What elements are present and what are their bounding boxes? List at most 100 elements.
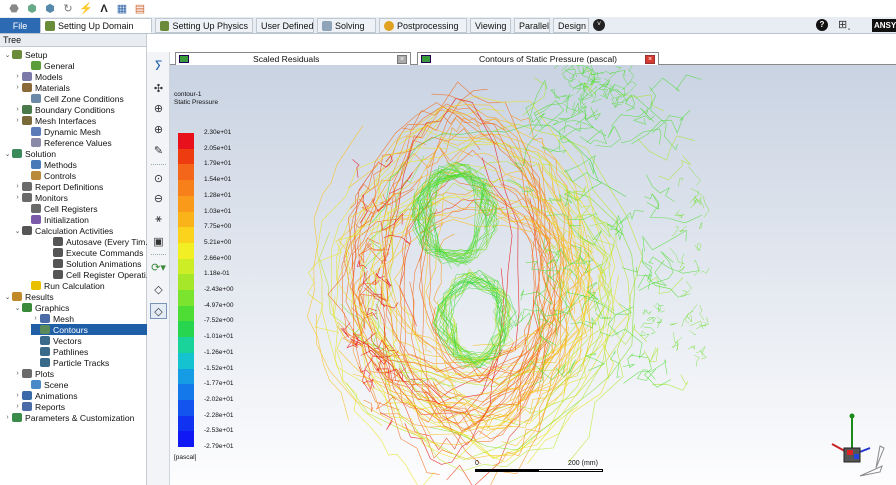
tree-item-materials[interactable]: › Materials [13, 82, 70, 93]
tree-item-report-definitions[interactable]: › Report Definitions [13, 181, 103, 192]
read-data-icon[interactable]: ⬢ [24, 2, 40, 16]
tree-item-dynamic-mesh[interactable]: Dynamic Mesh [22, 126, 101, 137]
mesh-line [628, 65, 633, 72]
tree-item-label: Execute Commands [66, 247, 144, 258]
tree-item-methods[interactable]: Methods [22, 159, 77, 170]
tree-item-cell-registers[interactable]: Cell Registers [22, 203, 98, 214]
tab-viewing[interactable]: Viewing [470, 18, 511, 33]
tree-item-particle-tracks[interactable]: Particle Tracks [31, 357, 109, 368]
collapse-chevron-icon[interactable]: › [31, 326, 40, 333]
tree-item-setup[interactable]: ⌄ Setup [3, 49, 48, 60]
tab-label: Setting Up Physics [172, 20, 248, 31]
tree-item-models[interactable]: › Models [13, 71, 62, 82]
expand-chevron-icon[interactable]: ⌄ [3, 293, 12, 301]
tab-setting-up-physics[interactable]: Setting Up Physics [155, 18, 253, 33]
expand-chevron-icon[interactable]: ⌄ [3, 51, 12, 59]
collapse-chevron-icon[interactable]: › [13, 194, 22, 201]
tab-label: Design [558, 20, 587, 31]
collapse-chevron-icon[interactable]: › [13, 183, 22, 190]
mesh-grid-icon[interactable]: ▦ [114, 2, 130, 16]
tab-setting-up-domain[interactable]: Setting Up Domain [40, 18, 152, 33]
tree-item-mesh[interactable]: › Mesh [31, 313, 74, 324]
rotate-icon[interactable]: ⵢ [150, 58, 167, 74]
tab-postprocessing[interactable]: Postprocessing [379, 18, 467, 33]
tree-item-animations[interactable]: › Animations [13, 390, 77, 401]
collapse-chevron-icon[interactable]: › [13, 106, 22, 113]
collapse-chevron-icon[interactable]: › [13, 370, 22, 377]
mesh-line [645, 334, 650, 339]
collapse-chevron-icon[interactable]: › [13, 392, 22, 399]
tree-item-reports[interactable]: › Reports [13, 401, 65, 412]
read-case-icon[interactable]: ⬣ [6, 2, 22, 16]
tree-node-icon [22, 83, 32, 92]
tree-item-autosave-every-tim[interactable]: Autosave (Every Tim... [44, 236, 152, 247]
tree-item-cell-register-operati[interactable]: Cell Register Operati... [44, 269, 153, 280]
probe-icon[interactable]: ✎ [150, 142, 167, 158]
tree-node-icon [22, 391, 32, 400]
tree-item-reference-values[interactable]: Reference Values [22, 137, 112, 148]
mesh-line [338, 334, 568, 408]
tab-file[interactable]: File [0, 18, 40, 33]
tree-item-contours[interactable]: › Contours [31, 324, 147, 335]
collapse-chevron-icon[interactable]: › [13, 73, 22, 80]
ribbon-tabs: File Setting Up Domain Setting Up Physic… [0, 17, 896, 34]
tree-item-initialization[interactable]: Initialization [22, 214, 89, 225]
tab-user-defined[interactable]: User Defined [256, 18, 314, 33]
compute-icon[interactable]: ▤ [132, 2, 148, 16]
fit-axes-icon[interactable]: ⚹ [150, 211, 167, 227]
tab-scaled-residuals[interactable]: Scaled Residuals × [175, 52, 411, 65]
tree-item-pathlines[interactable]: Pathlines [31, 346, 88, 357]
perspective-icon[interactable]: ◇ [150, 303, 167, 319]
close-tab-icon[interactable]: × [397, 54, 407, 64]
tree-item-controls[interactable]: Controls [22, 170, 76, 181]
zoom-out-icon[interactable]: ⊖ [150, 190, 167, 206]
mesh-line [307, 124, 364, 421]
layout-icon[interactable]: ⊞˯ [838, 18, 851, 31]
expand-chevron-icon[interactable]: ⌄ [13, 304, 22, 312]
write-case-icon[interactable]: ⬢ [42, 2, 58, 16]
tree-item-parameters-customization[interactable]: › Parameters & Customization [3, 412, 134, 423]
help-icon[interactable]: ? [816, 19, 828, 31]
tab-parallel[interactable]: Parallel [514, 18, 550, 33]
collapse-chevron-icon[interactable]: › [3, 414, 12, 421]
mesh-line [613, 84, 626, 96]
ansys-logo-icon[interactable]: Λ [96, 2, 112, 16]
tree-item-run-calculation[interactable]: Run Calculation [22, 280, 105, 291]
tree-item-scene[interactable]: Scene [22, 379, 68, 390]
expand-chevron-icon[interactable]: ⌄ [3, 150, 12, 158]
collapse-chevron-icon[interactable]: › [13, 403, 22, 410]
collapse-chevron-icon[interactable]: › [13, 117, 22, 124]
collapse-chevron-icon[interactable]: › [13, 84, 22, 91]
pan-icon[interactable]: ✣ [150, 80, 167, 96]
tree-item-mesh-interfaces[interactable]: › Mesh Interfaces [13, 115, 96, 126]
ribbon-dropdown-icon[interactable]: ˅ [593, 19, 605, 31]
close-tab-icon[interactable]: × [645, 54, 655, 64]
expand-chevron-icon[interactable]: ⌄ [13, 227, 22, 235]
tree-item-calculation-activities[interactable]: ⌄ Calculation Activities [13, 225, 114, 236]
tab-design[interactable]: Design [553, 18, 589, 33]
tree-item-cell-zone-conditions[interactable]: Cell Zone Conditions [22, 93, 124, 104]
tree-item-general[interactable]: General [22, 60, 75, 71]
tree-item-graphics[interactable]: ⌄ Graphics [13, 302, 70, 313]
tab-contours-static-pressure[interactable]: Contours of Static Pressure (pascal) × [417, 52, 659, 65]
tab-solving[interactable]: Solving [317, 18, 376, 33]
lightning-icon[interactable]: ⚡ [78, 2, 94, 16]
tree-item-plots[interactable]: › Plots [13, 368, 54, 379]
tree-item-vectors[interactable]: Vectors [31, 335, 82, 346]
graphics-viewport[interactable]: contour-1 Static Pressure 2.30e+01 2.05e+… [170, 65, 896, 485]
view-orientation-icon[interactable]: ⟳▾ [150, 259, 167, 275]
zoom-in-out-icon[interactable]: ⊕ [150, 100, 167, 116]
orthographic-icon[interactable]: ◇ [150, 281, 167, 297]
refresh-icon[interactable]: ↻ [60, 2, 76, 16]
screenshot-icon[interactable]: ▣ [150, 233, 167, 249]
tree-item-solution[interactable]: ⌄ Solution [3, 148, 57, 159]
fit-to-window-icon[interactable]: ⊙ [150, 170, 167, 186]
zoom-to-area-icon[interactable]: ⊕ [150, 121, 167, 137]
tree-item-solution-animations[interactable]: Solution Animations [44, 258, 141, 269]
tree-item-execute-commands[interactable]: Execute Commands [44, 247, 143, 258]
tree-node-icon [22, 402, 32, 411]
tree-item-boundary-conditions[interactable]: › Boundary Conditions [13, 104, 114, 115]
tree-item-monitors[interactable]: › Monitors [13, 192, 68, 203]
collapse-chevron-icon[interactable]: › [31, 315, 40, 322]
tree-item-results[interactable]: ⌄ Results [3, 291, 54, 302]
